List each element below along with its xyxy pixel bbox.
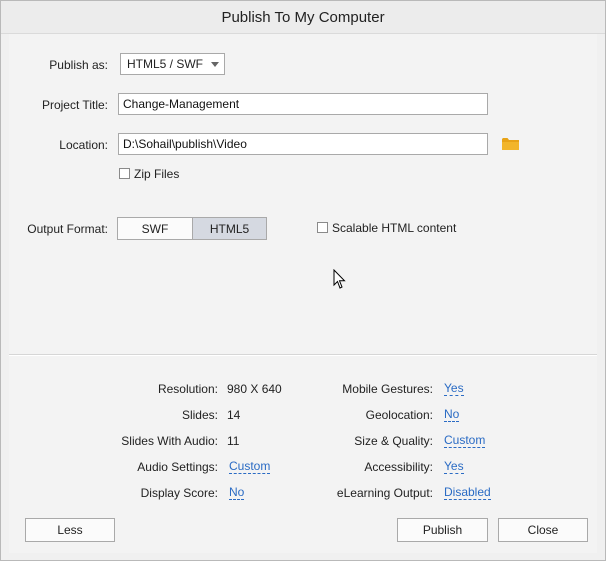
less-button[interactable]: Less xyxy=(25,518,115,542)
location-input[interactable] xyxy=(118,133,488,155)
display-score-label: Display Score: xyxy=(140,486,218,500)
zip-files-checkbox[interactable] xyxy=(119,168,130,179)
size-quality-label: Size & Quality: xyxy=(354,434,433,448)
size-quality-link[interactable]: Custom xyxy=(444,434,486,448)
chevron-down-icon xyxy=(211,62,219,67)
publish-dialog: Publish To My Computer Publish as: HTML5… xyxy=(0,0,606,561)
dialog-content: Publish as: HTML5 / SWF Project Title: L… xyxy=(9,34,597,553)
audio-settings-label: Audio Settings: xyxy=(137,460,218,474)
resolution-label: Resolution: xyxy=(157,382,218,396)
scalable-html-label: Scalable HTML content xyxy=(332,221,457,235)
publish-as-label: Publish as: xyxy=(49,58,108,72)
close-button-label: Close xyxy=(527,523,559,537)
publish-as-select[interactable]: HTML5 / SWF xyxy=(120,53,225,75)
title-bar: Publish To My Computer xyxy=(1,1,605,34)
geolocation-link[interactable]: No xyxy=(444,408,460,422)
publish-as-value: HTML5 / SWF xyxy=(127,57,204,71)
accessibility-label: Accessibility: xyxy=(364,460,433,474)
section-divider xyxy=(9,354,597,356)
folder-icon[interactable] xyxy=(502,137,519,151)
project-title-label: Project Title: xyxy=(41,98,108,112)
less-button-label: Less xyxy=(57,523,83,537)
mobile-gestures-link[interactable]: Yes xyxy=(444,382,464,396)
location-label: Location: xyxy=(59,138,108,152)
accessibility-link[interactable]: Yes xyxy=(444,460,464,474)
project-title-input[interactable] xyxy=(118,93,488,115)
output-format-label: Output Format: xyxy=(27,222,108,236)
output-format-html5[interactable]: HTML5 xyxy=(192,217,267,240)
slides-with-audio-label: Slides With Audio: xyxy=(121,434,218,448)
scalable-html-checkbox[interactable] xyxy=(317,222,328,233)
elearning-output-link[interactable]: Disabled xyxy=(444,486,491,500)
output-format-swf[interactable]: SWF xyxy=(117,217,193,240)
slides-label: Slides: xyxy=(181,408,218,422)
mouse-cursor-icon xyxy=(333,269,346,289)
output-format-html5-label: HTML5 xyxy=(209,221,250,236)
dialog-title: Publish To My Computer xyxy=(221,8,385,26)
output-format-swf-label: SWF xyxy=(141,221,169,236)
zip-files-label: Zip Files xyxy=(134,167,180,181)
publish-button[interactable]: Publish xyxy=(397,518,488,542)
mobile-gestures-label: Mobile Gestures: xyxy=(342,382,433,396)
elearning-output-label: eLearning Output: xyxy=(336,486,433,500)
close-button[interactable]: Close xyxy=(498,518,588,542)
geolocation-label: Geolocation: xyxy=(365,408,433,422)
publish-button-label: Publish xyxy=(422,523,463,537)
